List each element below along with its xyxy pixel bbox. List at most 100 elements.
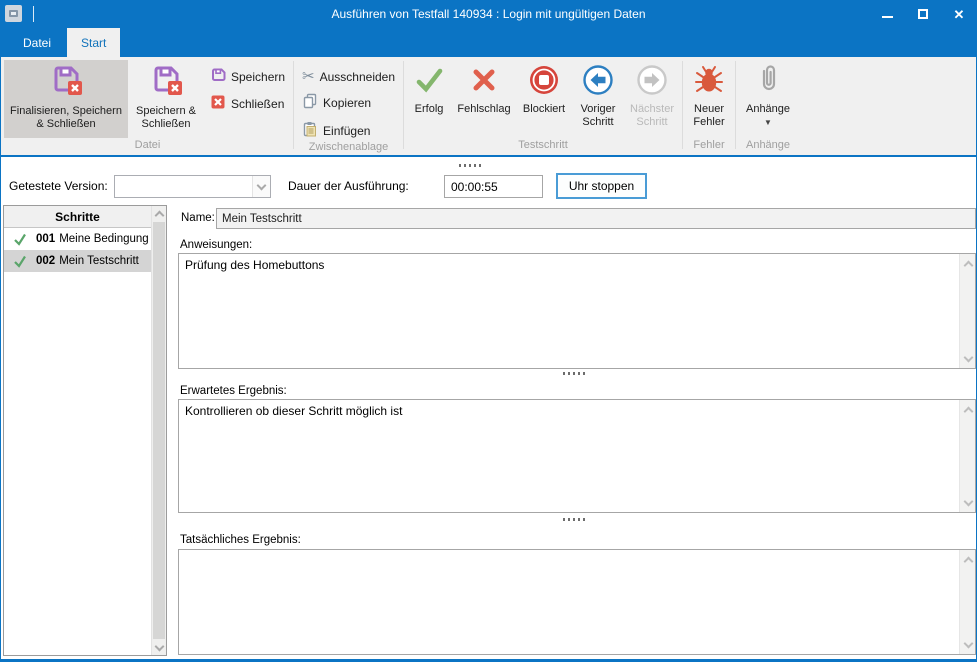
ribbon-group-fehler: Neuer Fehler Fehler bbox=[685, 57, 733, 155]
next-step-button[interactable]: Nächster Schritt bbox=[624, 60, 680, 138]
maximize-button[interactable] bbox=[916, 7, 930, 21]
bug-icon bbox=[692, 63, 726, 102]
expected-splitter-handle[interactable] bbox=[563, 518, 587, 521]
name-input[interactable] bbox=[216, 208, 976, 229]
scroll-up-button[interactable] bbox=[960, 401, 976, 417]
scroll-up-button[interactable] bbox=[960, 551, 976, 567]
expected-result-label: Erwartetes Ergebnis: bbox=[180, 385, 287, 397]
step-item-002[interactable]: 002 Mein Testschritt bbox=[4, 250, 151, 272]
ribbon-separator bbox=[682, 61, 683, 149]
chevron-up-icon bbox=[963, 260, 973, 270]
save-and-close-label: Speichern & Schließen bbox=[132, 105, 200, 131]
pass-label: Erfolg bbox=[415, 103, 444, 116]
instructions-scrollbar[interactable] bbox=[959, 254, 975, 368]
app-icon[interactable] bbox=[5, 5, 22, 22]
finalize-save-close-button[interactable]: Finalisieren, Speichern & Schließen bbox=[4, 60, 128, 138]
title-bar: Ausführen von Testfall 140934 : Login mi… bbox=[1, 0, 976, 28]
step-name: Meine Bedingung bbox=[59, 233, 149, 245]
group-label-zwischenablage: Zwischenablage bbox=[296, 140, 401, 155]
tab-start[interactable]: Start bbox=[67, 28, 120, 57]
name-label: Name: bbox=[181, 212, 215, 224]
tested-version-combobox[interactable] bbox=[114, 175, 271, 198]
scroll-up-button[interactable] bbox=[152, 206, 167, 221]
attachments-button[interactable]: Anhänge ▼ bbox=[738, 60, 798, 138]
actual-result-label: Tatsächliches Ergebnis: bbox=[180, 534, 301, 546]
previous-step-label: Voriger Schritt bbox=[576, 103, 620, 129]
paperclip-icon bbox=[751, 63, 785, 102]
step-item-001[interactable]: 001 Meine Bedingung bbox=[4, 228, 151, 250]
ribbon-tab-row: Datei Start bbox=[1, 28, 976, 57]
step-number: 002 bbox=[36, 255, 55, 267]
group-label-testschritt: Testschritt bbox=[406, 138, 680, 155]
content-area: Getestete Version: Dauer der Ausführung:… bbox=[1, 159, 976, 659]
dropdown-arrow-icon: ▼ bbox=[764, 119, 772, 127]
scroll-down-button[interactable] bbox=[960, 637, 976, 653]
actual-result-field[interactable] bbox=[178, 549, 976, 655]
arrow-left-circle-icon bbox=[581, 63, 615, 102]
chevron-down-icon bbox=[257, 181, 267, 191]
instructions-text: Prüfung des Homebuttons bbox=[185, 258, 953, 272]
previous-step-button[interactable]: Voriger Schritt bbox=[572, 60, 624, 138]
ribbon-splitter-handle[interactable] bbox=[459, 164, 483, 167]
ribbon-separator bbox=[403, 61, 404, 149]
window-title: Ausführen von Testfall 140934 : Login mi… bbox=[1, 7, 976, 21]
new-error-button[interactable]: Neuer Fehler bbox=[685, 60, 733, 138]
steps-header: Schritte bbox=[4, 206, 151, 228]
cut-label: Ausschneiden bbox=[320, 70, 395, 84]
scroll-up-button[interactable] bbox=[960, 255, 976, 271]
window-controls: ✕ bbox=[880, 0, 966, 28]
duration-input[interactable] bbox=[444, 175, 543, 198]
group-label-fehler: Fehler bbox=[685, 138, 733, 155]
scrollbar-thumb[interactable] bbox=[153, 222, 165, 639]
cut-button[interactable]: ✂ Ausschneiden bbox=[302, 69, 395, 84]
pass-button[interactable]: Erfolg bbox=[406, 60, 452, 138]
expected-result-field[interactable]: Kontrollieren ob dieser Schritt möglich … bbox=[178, 399, 976, 513]
save-icon bbox=[210, 67, 226, 86]
chevron-up-icon bbox=[155, 211, 165, 221]
steps-scrollbar[interactable] bbox=[151, 206, 166, 655]
actual-scrollbar[interactable] bbox=[959, 550, 975, 654]
scissors-icon: ✂ bbox=[302, 69, 315, 84]
chevron-down-icon bbox=[963, 639, 973, 649]
save-button[interactable]: Speichern bbox=[210, 67, 285, 86]
step-passed-check-icon bbox=[13, 232, 27, 246]
blocked-label: Blockiert bbox=[523, 103, 565, 116]
ribbon-group-datei: Finalisieren, Speichern & Schließen Spei… bbox=[1, 57, 291, 155]
scroll-down-button[interactable] bbox=[960, 495, 976, 511]
close-button[interactable]: ✕ bbox=[952, 7, 966, 21]
close-file-label: Schließen bbox=[231, 97, 284, 111]
copy-button[interactable]: Kopieren bbox=[302, 93, 395, 112]
scroll-down-button[interactable] bbox=[960, 351, 976, 367]
paste-label: Einfügen bbox=[323, 124, 370, 138]
combobox-dropdown-button[interactable] bbox=[252, 176, 270, 197]
close-file-button[interactable]: Schließen bbox=[210, 94, 285, 113]
new-error-label: Neuer Fehler bbox=[689, 103, 729, 129]
x-icon bbox=[467, 63, 501, 102]
instructions-splitter-handle[interactable] bbox=[563, 372, 587, 375]
instructions-field[interactable]: Prüfung des Homebuttons bbox=[178, 253, 976, 369]
stop-clock-button[interactable]: Uhr stoppen bbox=[556, 173, 647, 199]
expected-scrollbar[interactable] bbox=[959, 400, 975, 512]
save-close-icon bbox=[48, 63, 84, 104]
tab-datei[interactable]: Datei bbox=[9, 28, 65, 57]
copy-label: Kopieren bbox=[323, 96, 371, 110]
chevron-up-icon bbox=[963, 406, 973, 416]
minimize-button[interactable] bbox=[880, 7, 894, 21]
steps-panel: Schritte 001 Meine Bedingung 002 Mein Te… bbox=[3, 205, 167, 656]
instructions-label: Anweisungen: bbox=[180, 239, 252, 251]
step-number: 001 bbox=[36, 233, 55, 245]
fail-button[interactable]: Fehlschlag bbox=[452, 60, 516, 138]
tested-version-value bbox=[115, 176, 252, 197]
chevron-up-icon bbox=[963, 556, 973, 566]
group-label-datei: Datei bbox=[4, 138, 291, 155]
blocked-button[interactable]: Blockiert bbox=[516, 60, 572, 138]
scroll-down-button[interactable] bbox=[152, 640, 167, 655]
ribbon: Finalisieren, Speichern & Schließen Spei… bbox=[1, 57, 976, 157]
ribbon-group-zwischenablage: ✂ Ausschneiden Kopieren bbox=[296, 57, 401, 155]
chevron-down-icon bbox=[963, 353, 973, 363]
save-and-close-button[interactable]: Speichern & Schließen bbox=[128, 60, 204, 138]
duration-label: Dauer der Ausführung: bbox=[288, 175, 409, 197]
copy-icon bbox=[302, 93, 318, 112]
paste-button[interactable]: Einfügen bbox=[302, 121, 395, 140]
step-passed-check-icon bbox=[13, 254, 27, 268]
